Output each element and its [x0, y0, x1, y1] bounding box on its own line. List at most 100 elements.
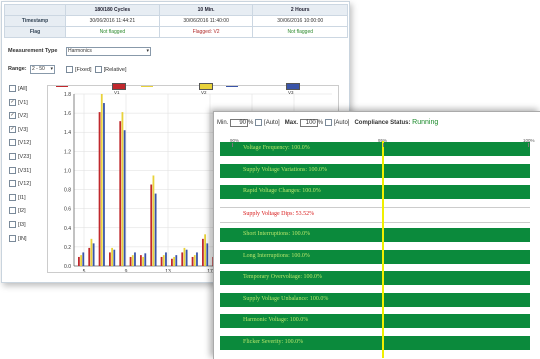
legend-label: V1	[114, 90, 120, 95]
y-tick-label: 0.8	[64, 188, 71, 194]
bar-v2	[183, 247, 186, 266]
min-auto-label: [Auto]	[264, 120, 280, 127]
bar-v1	[88, 247, 91, 266]
channel-checkbox[interactable]	[9, 180, 16, 188]
table-header	[4, 4, 66, 16]
range-label: Range:	[8, 66, 27, 72]
relative-checkbox[interactable]	[94, 66, 102, 73]
bar-v1	[78, 256, 80, 266]
channel-row[interactable]: [V23]	[9, 153, 31, 160]
compliance-bar: Supply Voltage Dips: 53.52%	[220, 206, 530, 223]
channel-row[interactable]: [All]	[9, 85, 27, 92]
flag-cell: Not flagged	[65, 26, 160, 38]
channel-label: [I1]	[18, 194, 26, 201]
bar-v1	[191, 256, 194, 266]
bar-v1	[171, 258, 173, 266]
bar-v1	[129, 256, 132, 266]
channel-row[interactable]: [V12]	[9, 139, 31, 147]
bar-v1	[98, 112, 101, 267]
channel-checkbox[interactable]	[9, 234, 16, 242]
channel-row[interactable]: [IN]	[9, 234, 27, 242]
measurement-summary-table: 180/180 Cycles 10 Min. 2 Hours Timestamp…	[4, 4, 348, 38]
channel-row[interactable]: [I2]	[9, 207, 26, 215]
bar-v2	[111, 247, 113, 266]
channel-row[interactable]: ✓ [V2]	[9, 112, 28, 120]
channel-label: [V3]	[18, 126, 28, 133]
compliance-bar: Temporary Overvoltage: 100.0%	[220, 271, 530, 285]
channel-checkbox[interactable]: ✓	[9, 98, 16, 106]
measurement-type-label: Measurement Type	[8, 48, 58, 54]
channel-checkbox[interactable]: ✓	[9, 112, 16, 120]
min-unit: %	[248, 120, 254, 127]
bar-v1	[109, 252, 111, 266]
channel-checkbox[interactable]	[9, 166, 16, 174]
bar-v1	[160, 256, 163, 266]
bar-v1	[140, 255, 142, 266]
bar-v3	[196, 252, 198, 266]
compliance-bar-label: Harmonic Voltage: 100.0%	[243, 317, 309, 323]
flag-cell: Not flagged	[252, 26, 348, 38]
row-label: Timestamp	[4, 15, 66, 27]
x-tick-label: 5	[83, 269, 86, 272]
channel-row[interactable]: [I1]	[9, 193, 26, 201]
channel-label: [V23]	[18, 153, 31, 160]
channel-row[interactable]: [V31]	[9, 166, 31, 174]
legend-swatch	[56, 82, 68, 87]
range-options: [Fixed] [Relative]	[66, 66, 127, 73]
compliance-bar-label: Flicker Severity: 100.0%	[243, 338, 304, 345]
channel-checkbox[interactable]	[9, 193, 16, 201]
bar-v2	[80, 255, 82, 266]
channel-checkbox[interactable]	[9, 85, 16, 92]
bar-v3	[165, 252, 167, 266]
table-header: 180/180 Cycles	[65, 4, 160, 16]
measurement-type-value: Harmonics	[68, 48, 92, 54]
bar-v2	[162, 255, 165, 266]
legend-v3[interactable]	[286, 83, 300, 90]
chevron-down-icon: ▾	[50, 66, 53, 72]
bar-v2	[173, 256, 175, 266]
min-auto-checkbox[interactable]	[255, 119, 263, 126]
channel-label: [All]	[18, 85, 28, 92]
legend-label: V2	[201, 90, 207, 95]
min-input[interactable]: 90	[230, 119, 249, 128]
bar-v1	[202, 238, 204, 266]
range-select[interactable]: 2 - 50 ▾	[30, 65, 55, 74]
compliance-bar: Supply Voltage Unbalance: 100.0%	[220, 292, 530, 307]
compliance-bar: Long Interruptions: 100.0%	[220, 249, 530, 264]
compliance-bars: Voltage Frequency: 100.0% Supply Voltage …	[220, 133, 530, 358]
relative-label: [Relative]	[103, 66, 127, 73]
max-input[interactable]: 100	[299, 119, 318, 128]
channel-row[interactable]: [I3]	[9, 221, 26, 228]
table-header: 10 Min.	[158, 4, 254, 16]
timestamp-cell: 30/06/2016 11:40:00	[158, 15, 254, 27]
legend-v2[interactable]	[199, 83, 213, 90]
legend-v1[interactable]	[112, 83, 126, 90]
y-tick-label: 0.0	[64, 264, 71, 270]
bar-v1	[181, 252, 184, 266]
bar-v3	[154, 193, 157, 266]
status-value: Running	[412, 119, 439, 127]
channel-row[interactable]: ✓ [V3]	[9, 125, 28, 133]
channel-checkbox[interactable]	[9, 221, 16, 228]
measurement-type-select[interactable]: Harmonics ▾	[66, 47, 151, 56]
channel-checkbox[interactable]	[9, 153, 16, 160]
channel-checkbox[interactable]	[9, 139, 16, 147]
max-unit: %	[317, 120, 324, 127]
channel-label: [I2]	[18, 208, 26, 215]
bar-v1	[150, 184, 153, 266]
y-tick-label: 1.6	[64, 111, 71, 117]
fixed-checkbox[interactable]	[66, 66, 73, 73]
timestamp-cell: 30/06/2016 10:00:00	[252, 15, 348, 27]
min-label: Min.	[217, 120, 229, 127]
channel-row[interactable]: ✓ [V1]	[9, 98, 28, 106]
legend-swatch	[141, 82, 153, 87]
max-auto-checkbox[interactable]	[324, 119, 332, 126]
channel-row[interactable]: [V12]	[9, 180, 31, 188]
channel-checkbox[interactable]	[9, 207, 16, 215]
threshold-line	[382, 141, 384, 358]
bar-v3	[82, 252, 85, 266]
table-header: 2 Hours	[252, 4, 348, 16]
channel-checkbox[interactable]: ✓	[9, 125, 16, 133]
channel-label: [V12]	[18, 181, 31, 188]
channel-label: [V2]	[18, 113, 28, 120]
